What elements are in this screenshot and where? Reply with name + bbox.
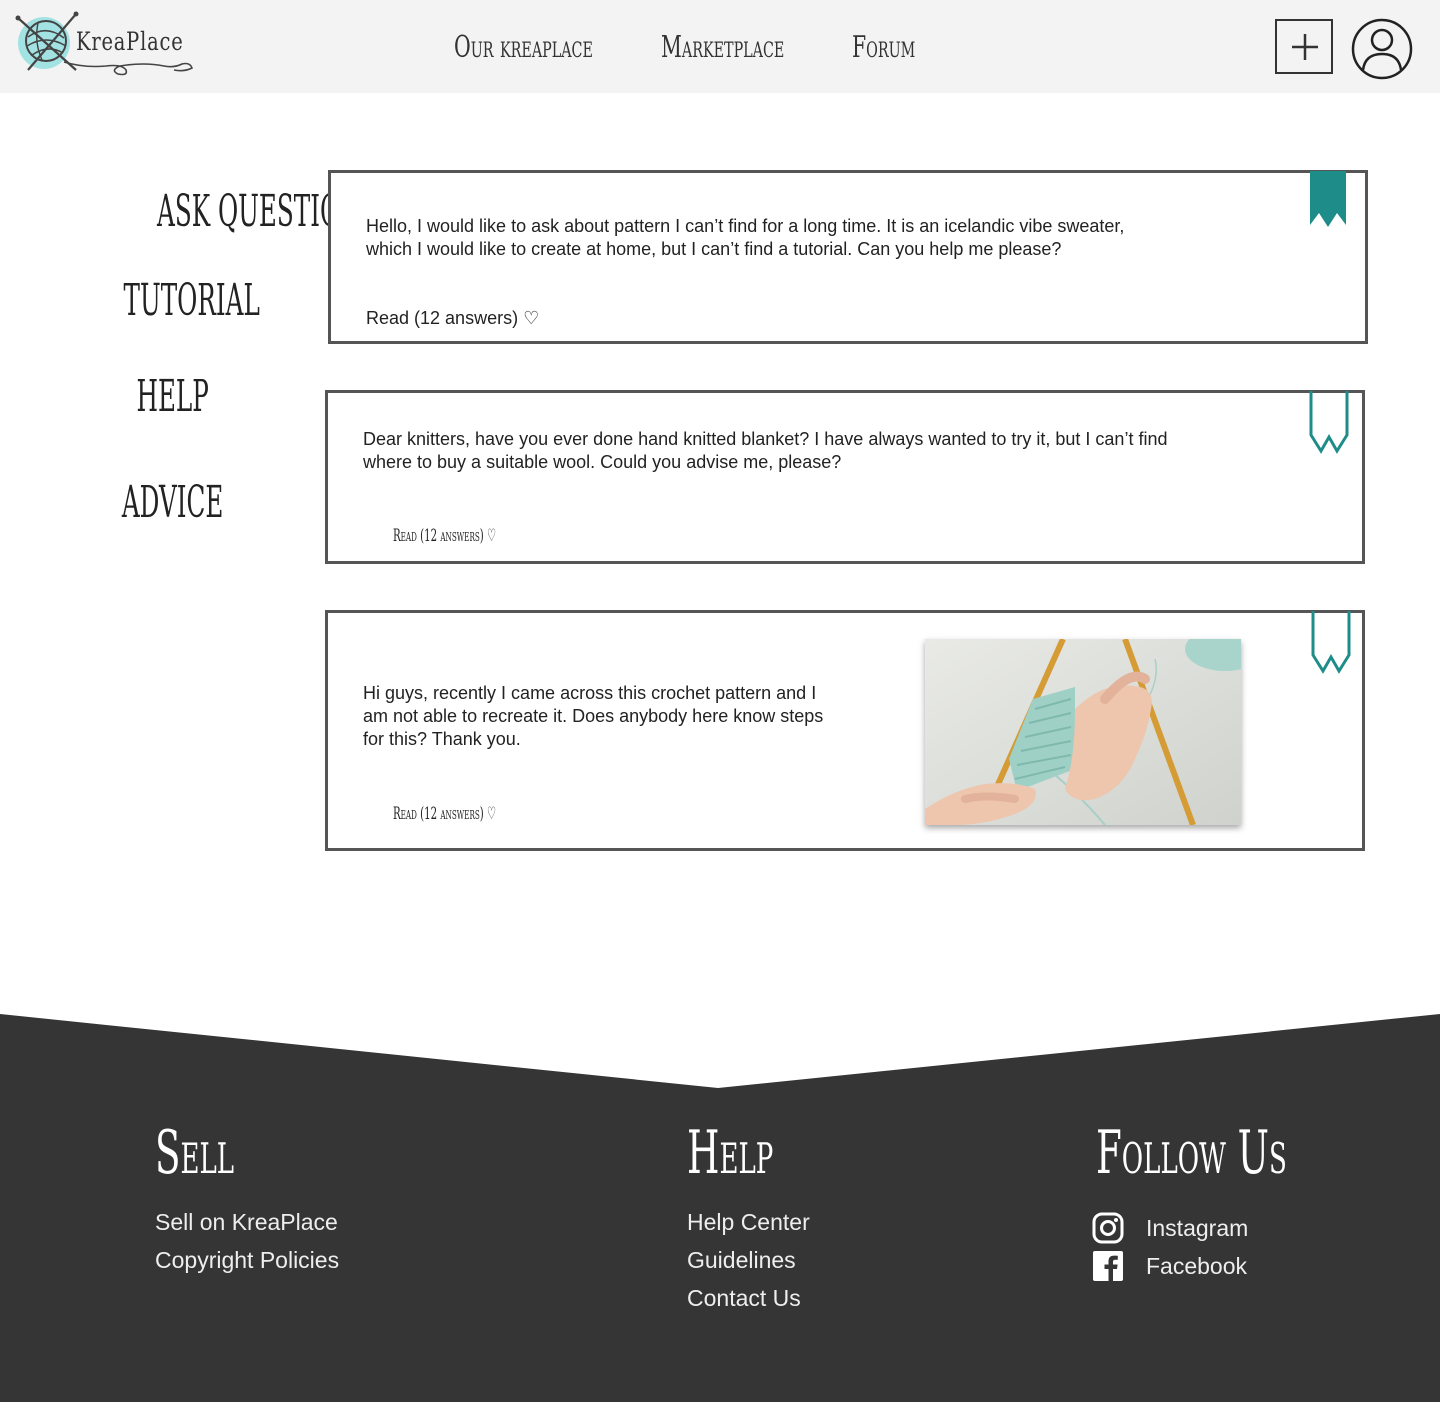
footer-link-sell-on-kreaplace[interactable]: Sell on KreaPlace	[155, 1209, 338, 1236]
sidebar-item-label: HELP	[136, 371, 209, 422]
post-text-line: Hi guys, recently I came across this cro…	[363, 683, 817, 703]
read-answers-link[interactable]: Read (12 answers) ♡	[393, 804, 496, 824]
knitting-needles-image	[925, 639, 1241, 825]
user-avatar-icon	[1351, 18, 1413, 80]
footer-link-copyright-policies[interactable]: Copyright Policies	[155, 1247, 339, 1274]
post-text-line: for this? Thank you.	[363, 729, 521, 749]
nav-forum[interactable]: Forum	[852, 30, 915, 65]
knitting-photo[interactable]	[925, 639, 1241, 825]
footer-heading-sell: Sell	[155, 1118, 235, 1188]
user-account-button[interactable]	[1351, 18, 1413, 80]
footer-background	[0, 1014, 1440, 1402]
sidebar-item-label: ADVICE	[121, 477, 224, 528]
footer-link-facebook[interactable]: Facebook	[1146, 1253, 1247, 1280]
post-text-line: am not able to recreate it. Does anybody…	[363, 706, 824, 726]
sidebar-item-ask-questions[interactable]: ASK QUESTIONS	[70, 186, 379, 237]
sidebar-item-advice[interactable]: ADVICE	[70, 477, 275, 528]
post-text-line: where to buy a suitable wool. Could you …	[363, 452, 842, 472]
footer-heading-help: Help	[687, 1118, 774, 1188]
plus-icon	[1292, 34, 1318, 60]
site-footer: Sell Sell on KreaPlace Copyright Policie…	[0, 1010, 1440, 1402]
bookmark-icon[interactable]	[1311, 611, 1353, 677]
logo-wordmark: KreaPlace	[76, 27, 184, 56]
post-body: Hi guys, recently I came across this cro…	[363, 682, 823, 751]
forum-post-card[interactable]: Hello, I would like to ask about pattern…	[328, 170, 1368, 344]
read-answers-link[interactable]: Read (12 answers) ♡	[366, 308, 539, 329]
sidebar-item-tutorial[interactable]: TUTORIAL	[70, 275, 275, 326]
footer-link-instagram[interactable]: Instagram	[1146, 1215, 1248, 1242]
forum-post-card[interactable]: Hi guys, recently I came across this cro…	[325, 610, 1365, 851]
sidebar-item-label: TUTORIAL	[123, 275, 260, 326]
instagram-icon[interactable]	[1092, 1212, 1124, 1244]
post-text-line: Hello, I would like to ask about pattern…	[366, 216, 1125, 236]
sidebar-item-help[interactable]: HELP	[70, 371, 275, 422]
top-header: KreaPlace Our kreaplace Marketplace Foru…	[0, 0, 1440, 93]
facebook-icon[interactable]	[1092, 1250, 1124, 1282]
read-answers-link[interactable]: Read (12 answers) ♡	[393, 526, 496, 546]
post-body: Dear knitters, have you ever done hand k…	[363, 428, 1167, 474]
nav-our-kreaplace[interactable]: Our kreaplace	[454, 30, 593, 65]
post-text-line: which I would like to create at home, bu…	[366, 239, 1062, 259]
bookmark-icon[interactable]	[1309, 391, 1351, 457]
nav-marketplace[interactable]: Marketplace	[661, 30, 784, 65]
add-post-button[interactable]	[1275, 19, 1333, 74]
footer-link-help-center[interactable]: Help Center	[687, 1209, 810, 1236]
bookmark-icon[interactable]	[1309, 171, 1349, 231]
post-body: Hello, I would like to ask about pattern…	[366, 215, 1124, 261]
footer-link-contact-us[interactable]: Contact Us	[687, 1285, 801, 1312]
forum-post-card[interactable]: Dear knitters, have you ever done hand k…	[325, 390, 1365, 564]
kreaplace-logo[interactable]: KreaPlace	[14, 10, 196, 80]
footer-link-guidelines[interactable]: Guidelines	[687, 1247, 796, 1274]
footer-heading-follow-us: Follow Us	[1096, 1118, 1287, 1188]
post-text-line: Dear knitters, have you ever done hand k…	[363, 429, 1168, 449]
